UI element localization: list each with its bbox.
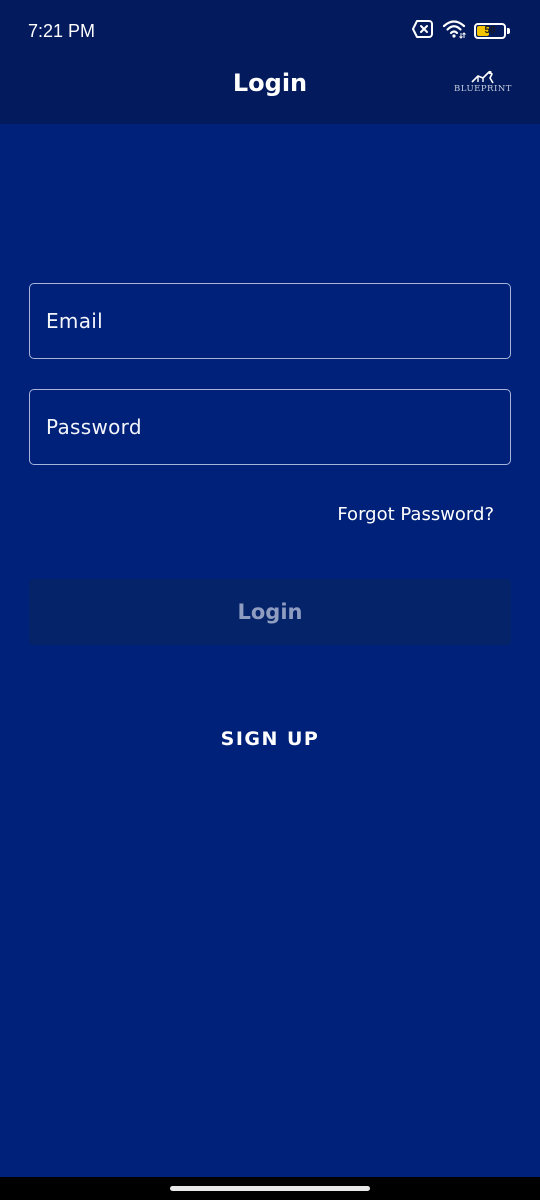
status-time: 7:21 PM bbox=[28, 21, 96, 41]
sim-error-icon bbox=[412, 20, 434, 42]
login-button-label: Login bbox=[237, 600, 303, 624]
app-header: 7:21 PM 50 Login BLUEPRINT bbox=[0, 0, 540, 124]
sign-up-link[interactable]: SIGN UP bbox=[0, 726, 540, 752]
wifi-icon bbox=[442, 19, 466, 43]
email-field[interactable]: Email bbox=[29, 283, 511, 359]
home-indicator[interactable] bbox=[170, 1186, 370, 1191]
system-nav-bar bbox=[0, 1177, 540, 1200]
password-label: Password bbox=[46, 415, 142, 439]
battery-tip bbox=[507, 28, 510, 34]
status-icons: 50 bbox=[412, 19, 510, 43]
battery-level: 50 bbox=[484, 25, 496, 36]
forgot-password-link[interactable]: Forgot Password? bbox=[337, 503, 494, 527]
email-label: Email bbox=[46, 309, 103, 333]
login-button[interactable]: Login bbox=[29, 579, 511, 645]
battery-icon: 50 bbox=[474, 23, 506, 39]
logo-text: BLUEPRINT bbox=[454, 84, 512, 94]
brand-logo: BLUEPRINT bbox=[452, 70, 514, 100]
password-field[interactable]: Password bbox=[29, 389, 511, 465]
